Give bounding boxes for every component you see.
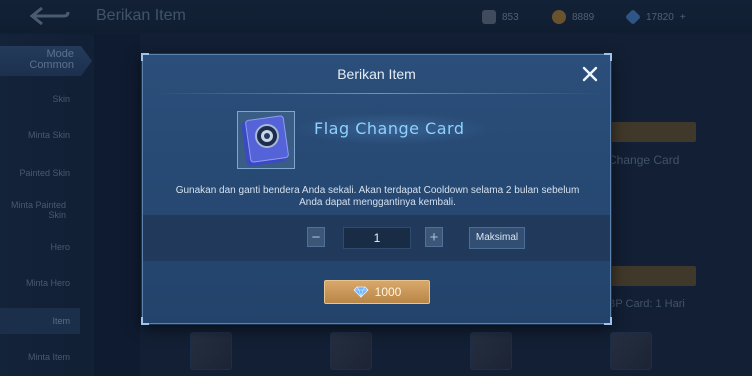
decrease-button[interactable]: − (307, 227, 325, 247)
diamond-icon (353, 286, 369, 298)
close-button[interactable] (579, 63, 601, 85)
close-icon (582, 66, 598, 82)
corner-ornament (141, 53, 149, 61)
max-button[interactable]: Maksimal (469, 227, 525, 249)
header-divider (153, 93, 602, 94)
item-description: Gunakan dan ganti bendera Anda sekali. A… (175, 185, 580, 208)
give-item-dialog: Berikan Item Flag Change Card Gunakan da… (141, 53, 612, 325)
flag-card-icon (241, 115, 289, 167)
quantity-input[interactable]: 1 (343, 227, 411, 249)
item-name: Flag Change Card (314, 119, 465, 138)
plus-icon: + (429, 228, 439, 246)
quantity-row: − 1 + Maksimal (143, 215, 610, 261)
item-image (237, 111, 295, 169)
purchase-button[interactable]: 1000 (324, 280, 430, 304)
price-label: 1000 (374, 285, 402, 299)
dialog-title: Berikan Item (337, 66, 416, 82)
corner-ornament (604, 317, 612, 325)
corner-ornament (604, 53, 612, 61)
minus-icon: − (311, 228, 321, 246)
corner-ornament (141, 317, 149, 325)
increase-button[interactable]: + (425, 227, 443, 247)
